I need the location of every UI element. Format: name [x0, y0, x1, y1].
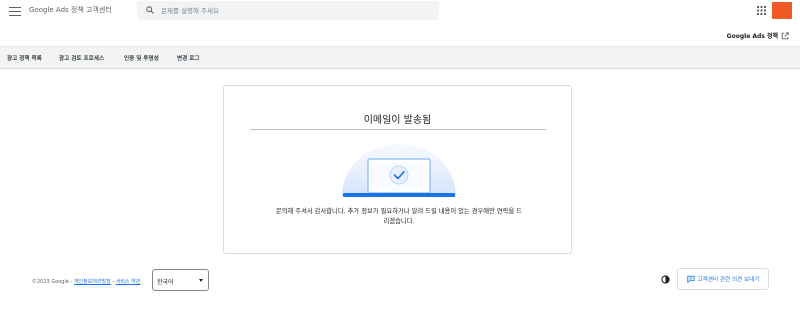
- nav-item-review-process[interactable]: 광고 검토 프로세스: [59, 54, 104, 62]
- search-box[interactable]: [137, 1, 439, 20]
- feedback-icon: [686, 275, 695, 283]
- search-icon: [146, 6, 154, 14]
- top-bar: Google Ads 정책 고객센터: [0, 0, 800, 22]
- language-select[interactable]: 한국어: [152, 269, 209, 291]
- avatar[interactable]: [772, 2, 792, 19]
- footer-copyright: ©2023 Google - 개인정보처리방침 - 서비스 약관: [32, 278, 140, 285]
- card-title: 이메일이 발송됨: [363, 115, 432, 126]
- divider: [250, 129, 546, 130]
- feedback-button[interactable]: 고객센터 관련 의견 보내기: [677, 268, 769, 290]
- confirmation-card: 이메일이 발송됨 문의해 주셔서 감사합니다. 추가 정보가 필요하거나 알려 …: [223, 85, 572, 254]
- nav-item-policy-list[interactable]: 광고 정책 목록: [7, 54, 42, 62]
- nav-bar: 광고 정책 목록 광고 검토 프로세스 인증 및 투명성 변경 로그: [0, 46, 800, 69]
- chevron-down-icon: [199, 279, 203, 282]
- copyright-text: ©2023 Google: [32, 279, 69, 285]
- policy-link-label: Google Ads 정책: [726, 33, 778, 40]
- terms-link[interactable]: 서비스 약관: [116, 279, 141, 285]
- policy-link[interactable]: Google Ads 정책: [727, 31, 789, 40]
- nav-item-verification[interactable]: 인증 및 투명성: [124, 54, 159, 62]
- feedback-label: 고객센터 관련 의견 보내기: [697, 277, 760, 283]
- nav-item-change-log[interactable]: 변경 로그: [177, 54, 200, 62]
- menu-icon[interactable]: [8, 4, 22, 18]
- language-value: 한국어: [157, 279, 174, 286]
- card-message: 문의해 주셔서 감사합니다. 추가 정보가 필요하거나 알려 드릴 내용이 있는…: [275, 208, 523, 225]
- laptop-checkmark-icon: [342, 144, 456, 197]
- privacy-link[interactable]: 개인정보처리방침: [74, 279, 111, 285]
- open-in-new-icon: [781, 31, 789, 39]
- dark-mode-icon[interactable]: [661, 275, 670, 284]
- apps-grid-icon[interactable]: [757, 6, 766, 15]
- search-input[interactable]: [161, 3, 431, 18]
- brand-title[interactable]: Google Ads 정책 고객센터: [29, 5, 112, 15]
